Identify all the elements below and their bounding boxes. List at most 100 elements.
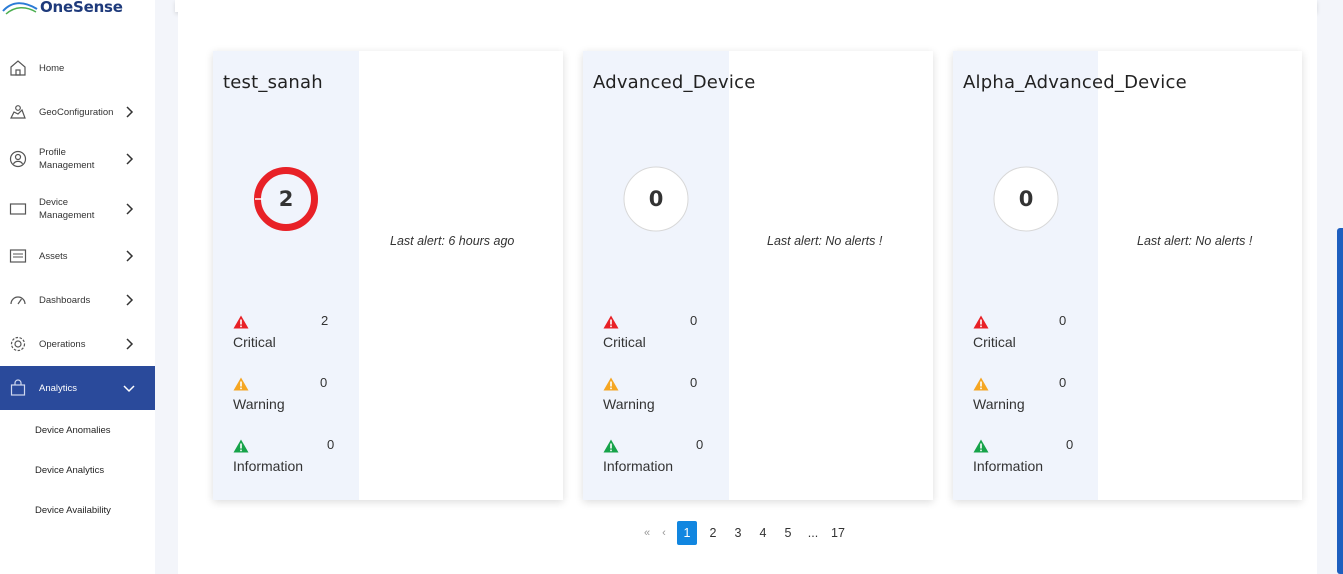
sidebar-item-analytics[interactable]: Analytics [0, 366, 155, 410]
warning-count: 0 [320, 375, 328, 390]
critical-label: Critical [603, 334, 646, 350]
sidebar: OneSense Home GeoConfiguration Profile M… [0, 0, 155, 574]
warning-count: 0 [690, 375, 698, 390]
alert-total: 0 [648, 187, 664, 211]
device-title: Advanced_Device [593, 72, 756, 93]
sidebar-item-geoconfiguration[interactable]: GeoConfiguration [0, 90, 155, 134]
sidebar-item-label: Device Management [39, 197, 95, 221]
warning-icon [973, 377, 989, 391]
device-title: test_sanah [223, 72, 323, 93]
critical-label: Critical [973, 334, 1016, 350]
severity-critical: 0 Critical [603, 313, 733, 353]
device-title: Alpha_Advanced_Device [963, 72, 1187, 93]
logo-text: OneSense [40, 0, 123, 16]
last-alert-text: Last alert: No alerts ! [1137, 234, 1253, 248]
sidebar-item-device-management[interactable]: Device Management [0, 184, 155, 234]
severity-critical: 2 Critical [233, 313, 363, 353]
information-label: Information [233, 458, 304, 474]
sidebar-subitem-device-anomalies[interactable]: Device Anomalies [0, 410, 155, 450]
severity-information: 0 Information [233, 437, 363, 477]
alert-total: 2 [278, 187, 294, 211]
information-icon [603, 439, 619, 453]
critical-label: Critical [233, 334, 276, 350]
card-left-panel [953, 51, 1098, 500]
pagination-first[interactable]: « [640, 521, 654, 545]
monitor-icon [8, 199, 28, 219]
pagination-page-4[interactable]: 4 [752, 521, 774, 545]
scrollbar[interactable] [1337, 228, 1343, 574]
warning-count: 0 [1059, 375, 1067, 390]
sidebar-item-label: Profile Management [39, 147, 95, 171]
sidebar-subitem-device-availability[interactable]: Device Availability [0, 490, 155, 530]
critical-count: 0 [1059, 313, 1067, 328]
sidebar-nav: Home GeoConfiguration Profile Management… [0, 46, 155, 530]
sidebar-item-profile-management[interactable]: Profile Management [0, 134, 155, 184]
alert-count-ring: 2 [253, 166, 319, 232]
chevron-right-icon [126, 338, 134, 350]
severity-warning: 0 Warning [233, 375, 363, 415]
last-alert-text: Last alert: 6 hours ago [390, 234, 515, 248]
critical-warning-icon [973, 315, 989, 329]
pagination-prev[interactable]: ‹ [657, 521, 671, 545]
information-icon [973, 439, 989, 453]
sidebar-item-label: Assets [39, 250, 68, 262]
pagination-page-3[interactable]: 3 [727, 521, 749, 545]
map-icon [8, 102, 28, 122]
sidebar-item-label: Home [39, 62, 65, 74]
sidebar-item-home[interactable]: Home [0, 46, 155, 90]
alert-total: 0 [1018, 187, 1034, 211]
warning-label: Warning [603, 396, 655, 412]
pagination-page-2[interactable]: 2 [702, 521, 724, 545]
bag-icon [8, 378, 28, 398]
sidebar-item-label: GeoConfiguration [39, 106, 114, 118]
chevron-right-icon [126, 294, 134, 306]
chevron-down-icon [123, 385, 135, 393]
sidebar-item-assets[interactable]: Assets [0, 234, 155, 278]
sidebar-item-dashboards[interactable]: Dashboards [0, 278, 155, 322]
information-count: 0 [327, 437, 335, 452]
information-count: 0 [696, 437, 704, 452]
severity-warning: 0 Warning [603, 375, 733, 415]
dashboard-icon [8, 290, 28, 310]
alert-count-ring: 0 [623, 166, 689, 232]
pagination-last[interactable]: » [640, 567, 654, 574]
critical-warning-icon [233, 315, 249, 329]
device-alert-card[interactable]: Alpha_Advanced_Device 0 Last alert: No a… [953, 51, 1302, 500]
chevron-right-icon [126, 153, 134, 165]
sidebar-item-operations[interactable]: Operations [0, 322, 155, 366]
brand-logo[interactable]: OneSense [2, 0, 123, 20]
warning-icon [233, 377, 249, 391]
device-alert-card[interactable]: test_sanah 2 Last alert: 6 hours ago 2 C… [213, 51, 563, 500]
card-left-panel [583, 51, 729, 500]
warning-label: Warning [973, 396, 1025, 412]
device-alert-card[interactable]: Advanced_Device 0 Last alert: No alerts … [583, 51, 933, 500]
user-icon [8, 149, 28, 169]
sidebar-subitem-device-analytics[interactable]: Device Analytics [0, 450, 155, 490]
sidebar-item-label: Dashboards [39, 294, 91, 306]
chevron-right-icon [126, 203, 134, 215]
information-label: Information [603, 458, 674, 474]
pagination-page-5[interactable]: 5 [777, 521, 799, 545]
chevron-right-icon [126, 250, 134, 262]
sidebar-item-label: Operations [39, 338, 86, 350]
severity-critical: 0 Critical [973, 313, 1103, 353]
assets-icon [8, 246, 28, 266]
warning-label: Warning [233, 396, 285, 412]
logo-swoosh-icon [2, 2, 38, 15]
critical-count: 2 [321, 313, 329, 328]
top-header-bar [175, 0, 1317, 12]
pagination: « ‹ 1 2 3 4 5 ... 17 › » [640, 521, 852, 574]
severity-information: 0 Information [973, 437, 1103, 477]
pagination-page-17[interactable]: 17 [827, 521, 849, 545]
information-icon [233, 439, 249, 453]
critical-warning-icon [603, 315, 619, 329]
severity-warning: 0 Warning [973, 375, 1103, 415]
chevron-right-icon [126, 106, 134, 118]
home-icon [8, 58, 28, 78]
last-alert-text: Last alert: No alerts ! [767, 234, 883, 248]
sidebar-item-label: Analytics [39, 382, 78, 394]
card-left-panel [213, 51, 359, 500]
pagination-page-1[interactable]: 1 [677, 521, 697, 545]
gear-icon [8, 334, 28, 354]
pagination-ellipsis: ... [807, 526, 819, 540]
